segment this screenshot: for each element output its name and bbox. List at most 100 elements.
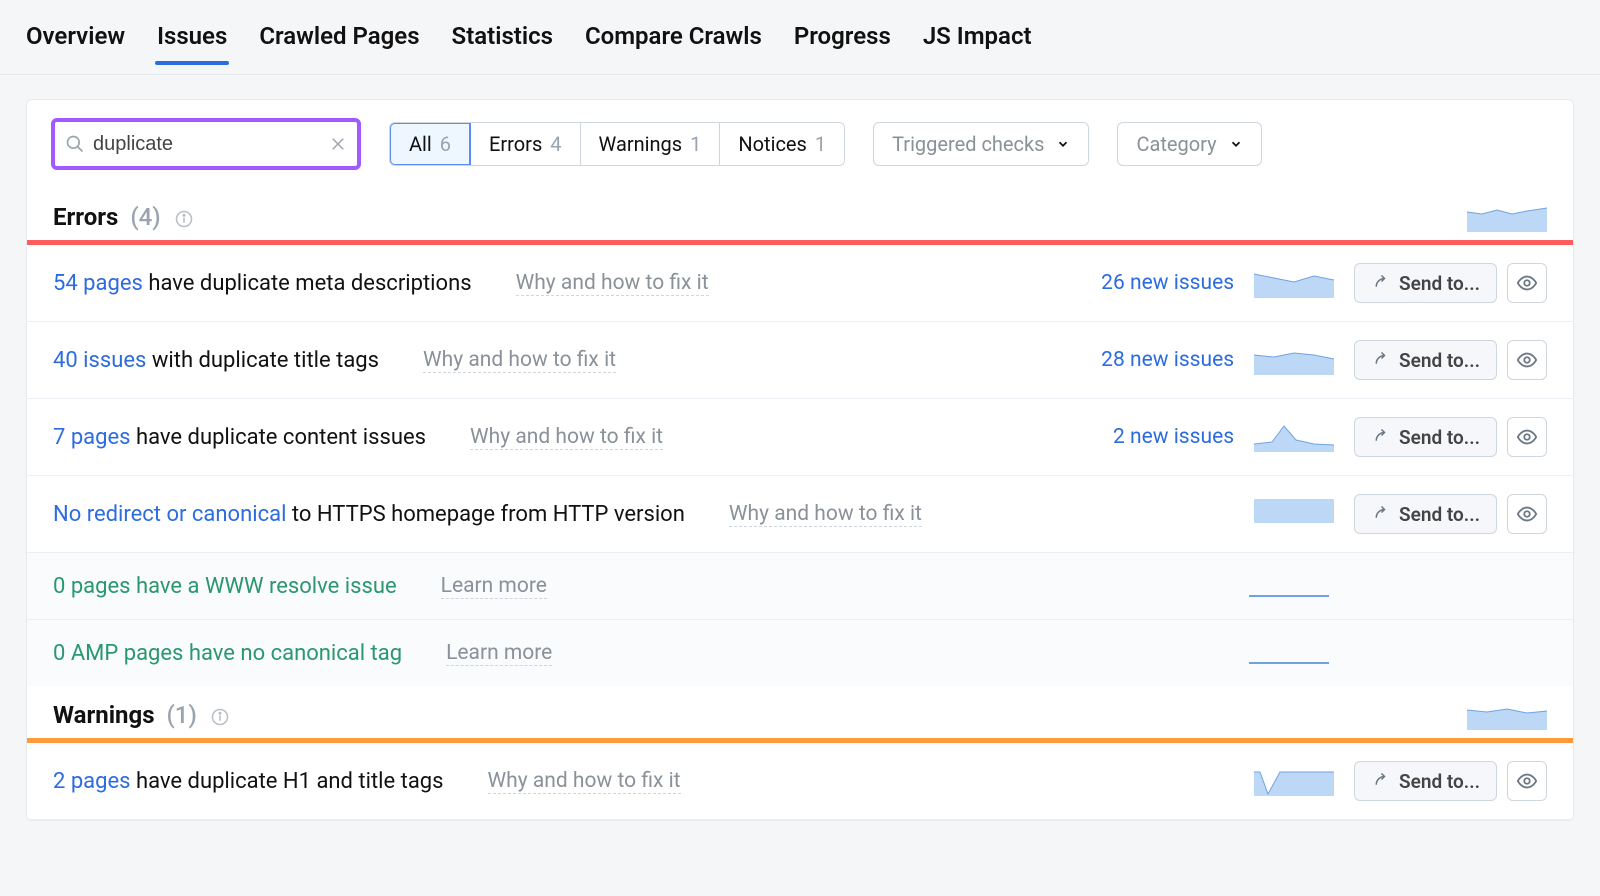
issue-sparkline [1249,638,1329,668]
category-dropdown[interactable]: Category [1117,122,1261,166]
seg-all-label: All [409,132,432,156]
hide-issue-button[interactable] [1507,340,1547,380]
issue-link[interactable]: 2 pages [53,769,131,794]
triggered-checks-label: Triggered checks [892,132,1044,156]
seg-errors-count: 4 [550,132,561,156]
seg-warnings-label: Warnings [599,132,683,156]
issue-desc: have duplicate content issues [131,425,427,450]
issue-text: No redirect or canonical to HTTPS homepa… [53,502,685,527]
tab-progress[interactable]: Progress [792,18,893,64]
category-label: Category [1136,132,1216,156]
errors-title: Errors [53,203,118,231]
issue-text: 7 pages have duplicate content issues [53,425,426,450]
seg-all[interactable]: All 6 [389,122,471,166]
send-to-button[interactable]: Send to... [1354,417,1497,457]
issue-link[interactable]: No redirect or canonical [53,502,286,527]
warnings-sparkline [1467,700,1547,730]
issue-link[interactable]: 7 pages [53,425,131,450]
tab-compare-crawls[interactable]: Compare Crawls [583,18,764,64]
issue-link[interactable]: 54 pages [53,271,143,296]
issue-text: 2 pages have duplicate H1 and title tags [53,769,444,794]
send-to-label: Send to... [1399,426,1480,449]
search-input[interactable] [85,133,329,156]
new-issues-link[interactable]: 2 new issues [1113,425,1234,449]
share-arrow-icon [1371,274,1389,292]
send-to-label: Send to... [1399,349,1480,372]
hide-issue-button[interactable] [1507,263,1547,303]
issue-text: 54 pages have duplicate meta description… [53,271,472,296]
new-issues-link[interactable]: 28 new issues [1101,348,1234,372]
seg-notices-count: 1 [815,132,826,156]
search-input-wrap[interactable] [51,118,361,170]
chevron-down-icon [1056,137,1070,151]
warnings-section-header: Warnings (1) [27,686,1573,738]
info-icon[interactable] [175,210,193,228]
issues-toolbar: All 6 Errors 4 Warnings 1 Notices 1 Trig… [27,118,1573,188]
tab-issues[interactable]: Issues [155,18,229,64]
hide-issue-button[interactable] [1507,761,1547,801]
send-to-label: Send to... [1399,503,1480,526]
send-to-label: Send to... [1399,770,1480,793]
warnings-count: (1) [167,701,197,729]
hide-issue-button[interactable] [1507,494,1547,534]
seg-errors-label: Errors [489,132,542,156]
send-to-button[interactable]: Send to... [1354,494,1497,534]
why-how-link[interactable]: Why and how to fix it [470,425,663,450]
top-nav: Overview Issues Crawled Pages Statistics… [0,0,1600,75]
issue-desc: to HTTPS homepage from HTTP version [286,502,684,527]
tab-statistics[interactable]: Statistics [450,18,555,64]
seg-notices[interactable]: Notices 1 [720,123,844,165]
tab-crawled-pages[interactable]: Crawled Pages [257,18,421,64]
why-how-link[interactable]: Why and how to fix it [729,502,922,527]
issue-type-segment: All 6 Errors 4 Warnings 1 Notices 1 [389,122,845,166]
tab-overview[interactable]: Overview [24,18,127,64]
seg-warnings[interactable]: Warnings 1 [581,123,721,165]
share-arrow-icon [1371,428,1389,446]
tab-js-impact[interactable]: JS Impact [921,18,1034,64]
issue-sparkline [1254,766,1334,796]
issue-text: 40 issues with duplicate title tags [53,348,379,373]
eye-icon [1516,770,1538,792]
seg-errors[interactable]: Errors 4 [471,123,580,165]
seg-warnings-count: 1 [690,132,701,156]
issue-desc-green: 0 AMP pages have no canonical tag [53,641,402,666]
learn-more-link[interactable]: Learn more [446,641,552,666]
issue-row-ghost: 0 AMP pages have no canonical tag Learn … [27,620,1573,686]
eye-icon [1516,349,1538,371]
issue-row: 40 issues with duplicate title tags Why … [27,322,1573,399]
send-to-button[interactable]: Send to... [1354,761,1497,801]
eye-icon [1516,272,1538,294]
share-arrow-icon [1371,351,1389,369]
eye-icon [1516,503,1538,525]
warnings-title: Warnings [53,701,155,729]
issue-row: No redirect or canonical to HTTPS homepa… [27,476,1573,553]
issue-row: 54 pages have duplicate meta description… [27,245,1573,322]
issue-link[interactable]: 40 issues [53,348,146,373]
send-to-label: Send to... [1399,272,1480,295]
issue-sparkline [1254,268,1334,298]
issue-desc: have duplicate H1 and title tags [131,769,444,794]
send-to-button[interactable]: Send to... [1354,263,1497,303]
issues-panel: All 6 Errors 4 Warnings 1 Notices 1 Trig… [26,99,1574,821]
why-how-link[interactable]: Why and how to fix it [516,271,709,296]
issue-desc: with duplicate title tags [146,348,379,373]
why-how-link[interactable]: Why and how to fix it [488,769,681,794]
errors-sparkline [1467,202,1547,232]
search-icon [65,134,85,154]
issue-text: 0 pages have a WWW resolve issue [53,574,397,599]
issue-row-ghost: 0 pages have a WWW resolve issue Learn m… [27,553,1573,620]
issue-desc: have duplicate meta descriptions [143,271,472,296]
issue-row: 2 pages have duplicate H1 and title tags… [27,743,1573,820]
seg-all-count: 6 [440,132,451,156]
hide-issue-button[interactable] [1507,417,1547,457]
why-how-link[interactable]: Why and how to fix it [423,348,616,373]
learn-more-link[interactable]: Learn more [441,574,547,599]
share-arrow-icon [1371,772,1389,790]
info-icon[interactable] [211,708,229,726]
triggered-checks-dropdown[interactable]: Triggered checks [873,122,1089,166]
clear-search-icon[interactable] [329,135,347,153]
new-issues-link[interactable]: 26 new issues [1101,271,1234,295]
issue-sparkline [1254,422,1334,452]
errors-section-header: Errors (4) [27,188,1573,240]
send-to-button[interactable]: Send to... [1354,340,1497,380]
